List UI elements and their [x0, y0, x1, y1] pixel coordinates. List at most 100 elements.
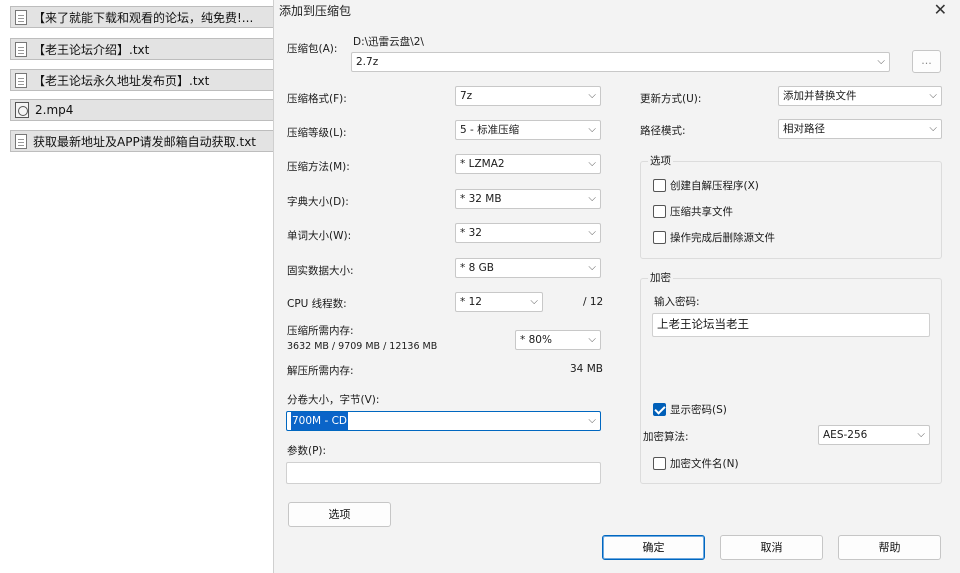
- mem-label: 压缩所需内存:: [287, 325, 354, 337]
- dialog-title: 添加到压缩包: [279, 4, 352, 18]
- update-label: 更新方式(U):: [640, 93, 702, 105]
- show-password-label: 显示密码(S): [670, 404, 727, 416]
- options-button[interactable]: 选项: [288, 502, 391, 527]
- cpu-value: * 12: [460, 296, 482, 308]
- file-name: 获取最新地址及APP请发邮箱自动获取.txt: [33, 134, 257, 149]
- encryption-method-select[interactable]: AES-256 ⌵: [818, 425, 930, 445]
- split-value: 700M - CD: [291, 412, 348, 430]
- archive-name-combo[interactable]: 2.7z ⌵: [351, 52, 890, 72]
- file-name: 【老王论坛介绍】.txt: [33, 42, 150, 57]
- shared-label: 压缩共享文件: [670, 206, 733, 218]
- sfx-checkbox[interactable]: 创建自解压程序(X): [653, 178, 759, 193]
- mem-select[interactable]: * 80% ⌵: [515, 330, 601, 350]
- path-value: 相对路径: [783, 123, 825, 135]
- checkbox-icon: [653, 179, 666, 192]
- checkbox-icon: [653, 457, 666, 470]
- format-select[interactable]: 7z ⌵: [455, 86, 601, 106]
- word-value: * 32: [460, 227, 482, 239]
- chevron-down-icon: ⌵: [588, 90, 596, 101]
- archive-label: 压缩包(A):: [287, 43, 338, 55]
- dict-select[interactable]: * 32 MB ⌵: [455, 189, 601, 209]
- delete-checkbox[interactable]: 操作完成后删除源文件: [653, 230, 775, 245]
- encrypt-names-checkbox[interactable]: 加密文件名(N): [653, 456, 739, 471]
- path-label: 路径模式:: [640, 125, 686, 137]
- split-select[interactable]: 700M - CD ⌵: [286, 411, 601, 431]
- chevron-down-icon: ⌵: [877, 56, 885, 67]
- chevron-down-icon: ⌵: [588, 262, 596, 273]
- update-select[interactable]: 添加并替换文件 ⌵: [778, 86, 942, 106]
- text-file-icon: [15, 72, 27, 88]
- sfx-label: 创建自解压程序(X): [670, 180, 759, 192]
- cancel-button[interactable]: 取消: [720, 535, 823, 560]
- chevron-down-icon: ⌵: [588, 158, 596, 169]
- shared-checkbox[interactable]: 压缩共享文件: [653, 204, 733, 219]
- file-item[interactable]: 【来了就能下载和观看的论坛，纯免费!...: [10, 6, 280, 28]
- method-label: 压缩方法(M):: [287, 161, 350, 173]
- chevron-down-icon: ⌵: [588, 193, 596, 204]
- file-item[interactable]: 2.mp4: [10, 99, 280, 121]
- dict-label: 字典大小(D):: [287, 196, 349, 208]
- level-select[interactable]: 5 - 标准压缩 ⌵: [455, 120, 601, 140]
- video-file-icon: [15, 102, 29, 118]
- archive-name: 2.7z: [356, 56, 379, 68]
- file-name: 【来了就能下载和观看的论坛，纯免费!...: [33, 10, 254, 25]
- level-label: 压缩等级(L):: [287, 127, 347, 139]
- file-item[interactable]: 【老王论坛介绍】.txt: [10, 38, 280, 60]
- chevron-down-icon: ⌵: [929, 123, 937, 134]
- decomp-value: 34 MB: [570, 363, 603, 375]
- chevron-down-icon: ⌵: [588, 124, 596, 135]
- chevron-down-icon: ⌵: [917, 429, 925, 440]
- file-item[interactable]: 获取最新地址及APP请发邮箱自动获取.txt: [10, 130, 280, 152]
- cpu-label: CPU 线程数:: [287, 298, 347, 310]
- archive-path: D:\迅雷云盘\2\: [353, 36, 424, 48]
- file-name: 【老王论坛永久地址发布页】.txt: [33, 73, 210, 88]
- chevron-down-icon: ⌵: [929, 90, 937, 101]
- solid-value: * 8 GB: [460, 262, 494, 274]
- chevron-down-icon: ⌵: [588, 415, 596, 426]
- text-file-icon: [15, 9, 27, 25]
- encrypt-names-label: 加密文件名(N): [670, 458, 739, 470]
- word-select[interactable]: * 32 ⌵: [455, 223, 601, 243]
- encryption-method-value: AES-256: [823, 429, 868, 441]
- dict-value: * 32 MB: [460, 193, 502, 205]
- cpu-total: / 12: [583, 296, 604, 308]
- cpu-select[interactable]: * 12 ⌵: [455, 292, 543, 312]
- path-select[interactable]: 相对路径 ⌵: [778, 119, 942, 139]
- level-value: 5 - 标准压缩: [460, 124, 520, 136]
- params-label: 参数(P):: [287, 445, 327, 457]
- mem-value: * 80%: [520, 334, 552, 346]
- checkmark-icon: [653, 403, 666, 416]
- file-item[interactable]: 【老王论坛永久地址发布页】.txt: [10, 69, 280, 91]
- chevron-down-icon: ⌵: [588, 334, 596, 345]
- format-value: 7z: [460, 90, 473, 102]
- text-file-icon: [15, 41, 27, 57]
- split-label: 分卷大小，字节(V):: [287, 394, 380, 406]
- method-value: * LZMA2: [460, 158, 505, 170]
- text-file-icon: [15, 133, 27, 149]
- word-label: 单词大小(W):: [287, 230, 352, 242]
- params-input[interactable]: [286, 462, 601, 484]
- solid-label: 固实数据大小:: [287, 265, 354, 277]
- method-select[interactable]: * LZMA2 ⌵: [455, 154, 601, 174]
- options-group-title: 选项: [648, 153, 673, 168]
- file-name: 2.mp4: [35, 103, 74, 117]
- decomp-label: 解压所需内存:: [287, 365, 354, 377]
- encryption-method-label: 加密算法:: [643, 431, 689, 443]
- help-button[interactable]: 帮助: [838, 535, 941, 560]
- update-value: 添加并替换文件: [783, 90, 857, 102]
- browse-button[interactable]: ...: [912, 50, 941, 73]
- close-icon[interactable]: ✕: [934, 0, 947, 19]
- add-to-archive-dialog: 添加到压缩包 ✕ 压缩包(A): D:\迅雷云盘\2\ 2.7z ⌵ ... 压…: [273, 0, 960, 573]
- title-bar: 添加到压缩包 ✕: [274, 0, 960, 22]
- encryption-group-title: 加密: [648, 270, 673, 285]
- chevron-down-icon: ⌵: [588, 227, 596, 238]
- ok-button[interactable]: 确定: [602, 535, 705, 560]
- password-label: 输入密码:: [654, 296, 700, 308]
- chevron-down-icon: ⌵: [530, 296, 538, 307]
- delete-label: 操作完成后删除源文件: [670, 232, 775, 244]
- format-label: 压缩格式(F):: [287, 93, 347, 105]
- solid-select[interactable]: * 8 GB ⌵: [455, 258, 601, 278]
- mem-detail: 3632 MB / 9709 MB / 12136 MB: [287, 341, 438, 352]
- password-input[interactable]: 上老王论坛当老王: [652, 313, 930, 337]
- show-password-checkbox[interactable]: 显示密码(S): [653, 402, 727, 417]
